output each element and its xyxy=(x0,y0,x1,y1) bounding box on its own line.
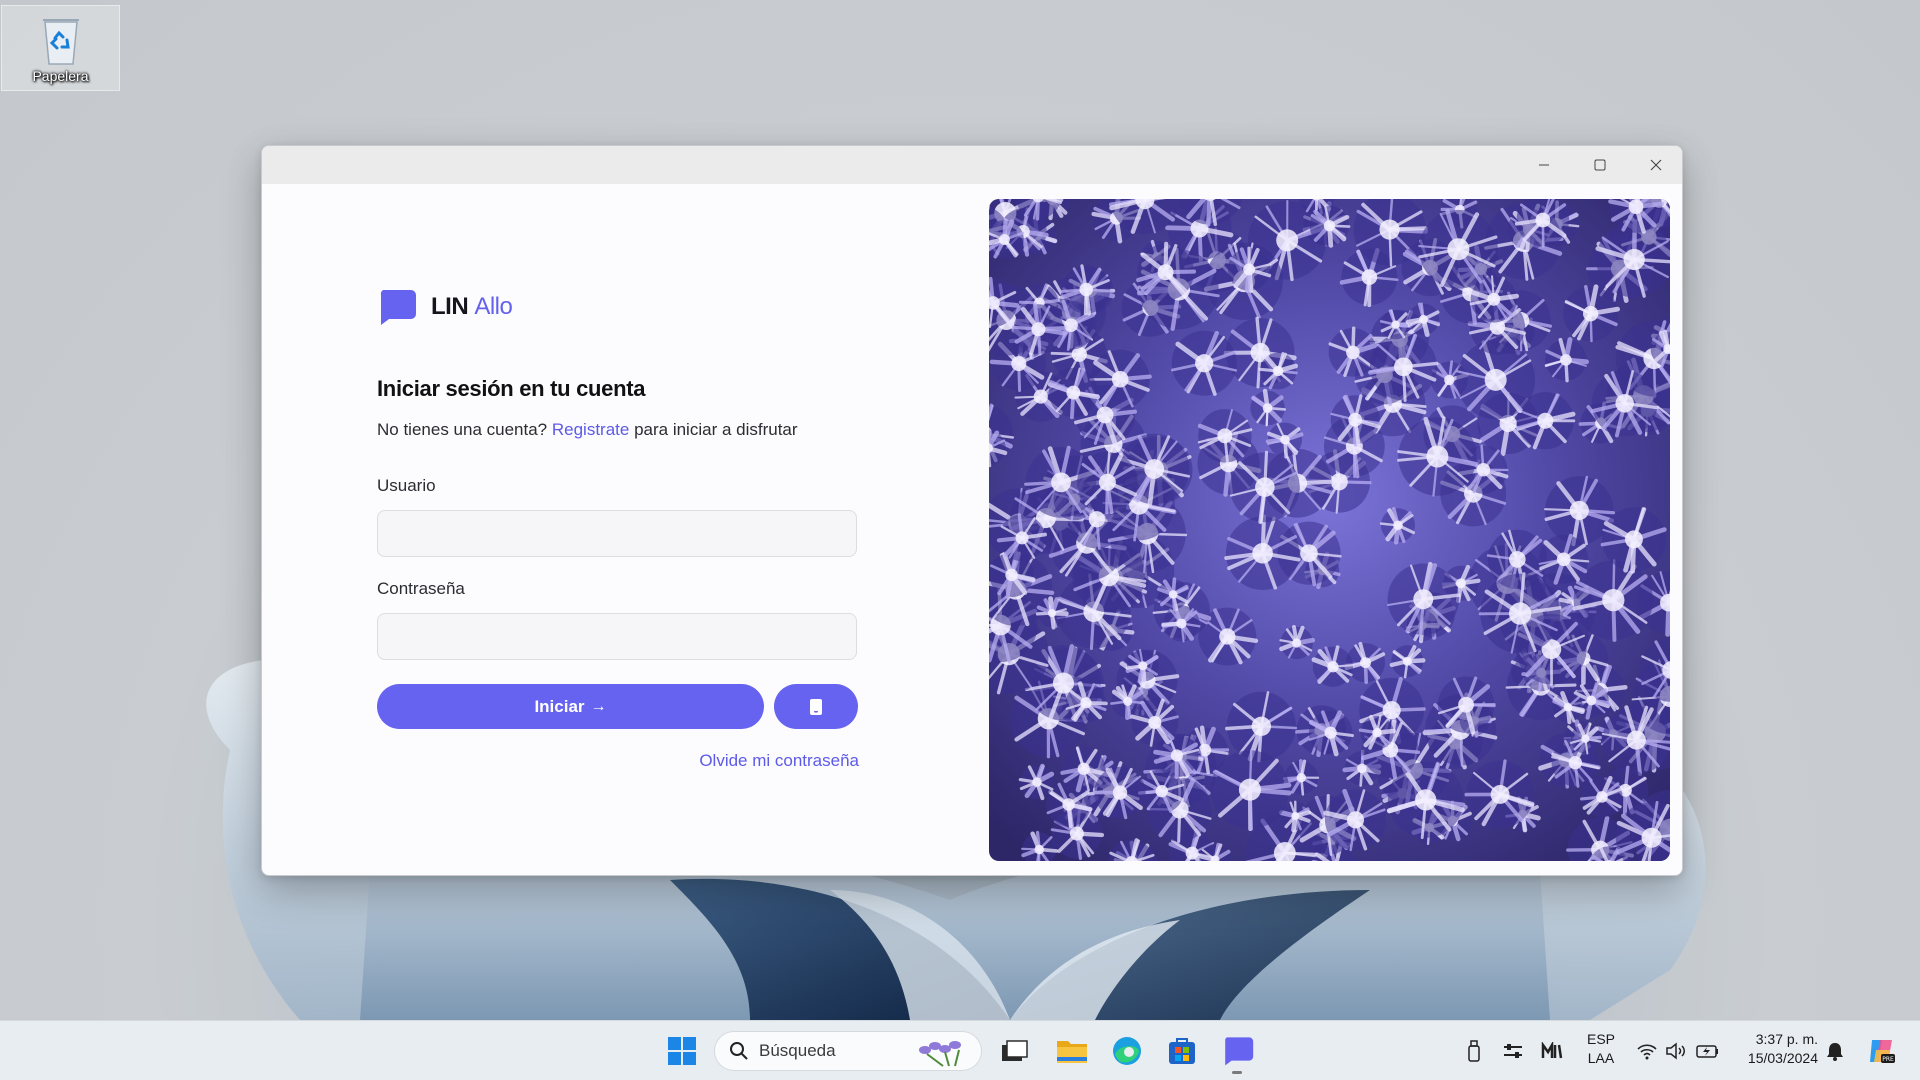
lin-allo-app-icon xyxy=(1225,1037,1254,1066)
wifi-icon xyxy=(1637,1044,1657,1060)
minimize-button[interactable] xyxy=(1516,146,1572,184)
start-button[interactable] xyxy=(662,1031,702,1071)
logo-word-lin: LIN xyxy=(431,293,469,320)
windows-start-icon xyxy=(668,1037,696,1065)
active-app-indicator xyxy=(1232,1071,1242,1074)
m-logo-icon xyxy=(1541,1042,1563,1059)
app-tray-m[interactable] xyxy=(1540,1039,1564,1063)
usb-device-tray[interactable] xyxy=(1462,1039,1486,1063)
arrow-right-icon: → xyxy=(590,697,607,715)
notifications-button[interactable] xyxy=(1823,1039,1847,1063)
lin-allo-taskbar-button[interactable] xyxy=(1218,1031,1258,1071)
close-button[interactable] xyxy=(1628,146,1682,184)
password-input[interactable] xyxy=(377,613,857,660)
recycle-bin-icon xyxy=(42,19,79,65)
clock[interactable]: 3:37 p. m. 15/03/2024 xyxy=(1726,1030,1818,1068)
store-button[interactable] xyxy=(1162,1031,1202,1071)
maximize-button[interactable] xyxy=(1572,146,1628,184)
language-code: ESP xyxy=(1586,1031,1615,1047)
desktop-icon-recycle-bin[interactable]: Papelera xyxy=(1,5,120,91)
keyboard-layout: LAA xyxy=(1587,1050,1615,1066)
file-explorer-icon xyxy=(1057,1041,1087,1063)
smartphone-icon xyxy=(810,698,822,715)
sliders-icon xyxy=(1504,1044,1522,1058)
page-title: Iniciar sesión en tu cuenta xyxy=(377,376,646,401)
volume-tray[interactable] xyxy=(1664,1039,1688,1063)
edge-icon xyxy=(1113,1037,1141,1065)
logo-word-allo: Allo xyxy=(474,293,513,320)
copilot-icon: PRE xyxy=(1870,1040,1895,1063)
chat-bubble-icon xyxy=(380,290,416,325)
minimize-icon xyxy=(1539,164,1549,166)
register-link[interactable]: Registrate xyxy=(552,420,629,439)
snowy-forest-aerial-photo xyxy=(989,199,1670,861)
usb-drive-icon xyxy=(1468,1040,1480,1062)
signup-prompt-suffix: para iniciar a disfrutar xyxy=(634,420,798,439)
password-label: Contraseña xyxy=(377,579,465,598)
username-input[interactable] xyxy=(377,510,857,557)
speaker-icon xyxy=(1666,1042,1685,1060)
copilot-button[interactable]: PRE xyxy=(1866,1036,1896,1066)
maximize-icon xyxy=(1594,159,1606,171)
settings-tray[interactable] xyxy=(1501,1039,1525,1063)
signup-prompt: No tienes una cuenta? Registrate para in… xyxy=(377,420,798,440)
battery-tray[interactable] xyxy=(1696,1039,1720,1063)
task-view-button[interactable] xyxy=(995,1031,1035,1071)
title-bar[interactable] xyxy=(262,146,1682,184)
network-tray[interactable] xyxy=(1635,1039,1659,1063)
signup-prompt-text: No tienes una cuenta? xyxy=(377,420,548,439)
taskbar: Búsqueda ESP LAA 3:37 p. m. 15/03/2024 P… xyxy=(0,1020,1920,1080)
battery-charging-icon xyxy=(1696,1045,1718,1058)
login-window: LIN Allo Iniciar sesión en tu cuenta No … xyxy=(261,145,1683,876)
bell-icon xyxy=(1827,1043,1843,1061)
desktop-icon-label: Papelera xyxy=(32,68,89,84)
username-label: Usuario xyxy=(377,476,436,495)
task-view-icon xyxy=(1002,1040,1028,1061)
login-button[interactable]: Iniciar → xyxy=(377,684,764,729)
forgot-password-link[interactable]: Olvide mi contraseña xyxy=(699,751,859,771)
clock-time: 3:37 p. m. xyxy=(1755,1031,1818,1047)
search-icon xyxy=(730,1042,748,1060)
edge-button[interactable] xyxy=(1107,1031,1147,1071)
close-icon xyxy=(1650,159,1662,171)
window-content: LIN Allo Iniciar sesión en tu cuenta No … xyxy=(262,184,1682,875)
app-logo: LIN Allo xyxy=(377,287,513,327)
svg-text:PRE: PRE xyxy=(1882,1056,1894,1063)
search-placeholder: Búsqueda xyxy=(759,1041,836,1060)
language-indicator[interactable]: ESP LAA xyxy=(1578,1030,1624,1068)
device-login-button[interactable] xyxy=(774,684,858,729)
lavender-flowers-icon xyxy=(919,1041,961,1067)
store-icon xyxy=(1169,1038,1195,1064)
clock-date: 15/03/2024 xyxy=(1747,1050,1818,1066)
taskbar-search[interactable]: Búsqueda xyxy=(714,1031,982,1071)
login-button-label: Iniciar xyxy=(534,696,585,716)
file-explorer-button[interactable] xyxy=(1052,1031,1092,1071)
